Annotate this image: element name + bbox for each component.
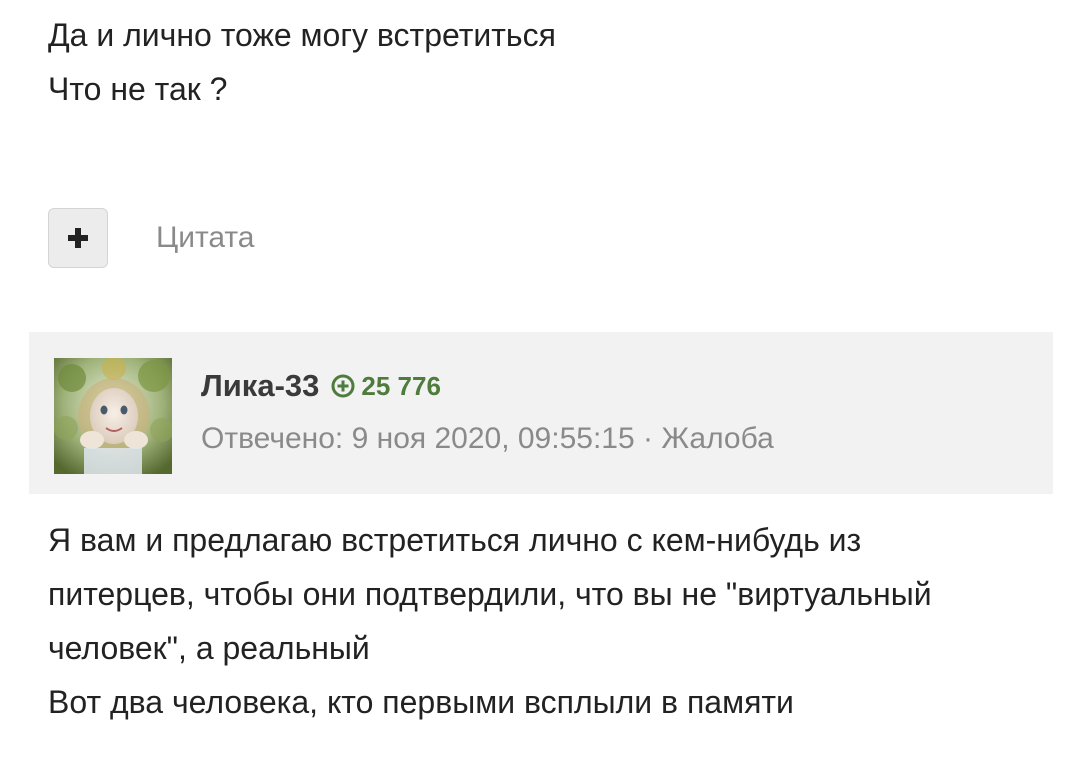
- answer-line: Я вам и предлагаю встретиться лично с ке…: [48, 522, 862, 558]
- meta-separator: ·: [643, 422, 653, 455]
- quote-plus-button[interactable]: [48, 208, 108, 268]
- answered-label: Отвечено:: [201, 422, 344, 455]
- report-link[interactable]: Жалоба: [661, 422, 773, 455]
- plus-icon: [68, 228, 88, 248]
- plus-circle-icon: [331, 374, 355, 398]
- previous-answer-line: Да и лично тоже могу встретиться: [48, 17, 556, 53]
- quote-row: Цитата: [48, 207, 254, 269]
- previous-answer-line: Что не так ?: [48, 71, 228, 107]
- answer-line: Вот два человека, кто первыми всплыли в …: [48, 684, 794, 720]
- rating-value: 25 776: [361, 370, 441, 401]
- answer-meta: Отвечено: 9 ноя 2020, 09:55:15 · Жалоба: [201, 422, 774, 456]
- previous-answer-text: Да и лично тоже могу встретиться Что не …: [48, 8, 1048, 116]
- avatar[interactable]: [54, 358, 172, 474]
- answer-line: питерцев, чтобы они подтвердили, что вы …: [48, 576, 932, 612]
- rating: 25 776: [331, 371, 441, 402]
- answer-date: 9 ноя 2020, 09:55:15: [351, 422, 635, 455]
- author-line: Лика-33 25 776: [201, 368, 441, 404]
- answer-header: Лика-33 25 776 Отвечено: 9 ноя 2020, 09:…: [29, 332, 1053, 494]
- answer-line: человек", а реальный: [48, 630, 370, 666]
- author-name[interactable]: Лика-33: [201, 368, 319, 404]
- quote-link[interactable]: Цитата: [156, 221, 254, 255]
- answer-text: Я вам и предлагаю встретиться лично с ке…: [48, 513, 1048, 729]
